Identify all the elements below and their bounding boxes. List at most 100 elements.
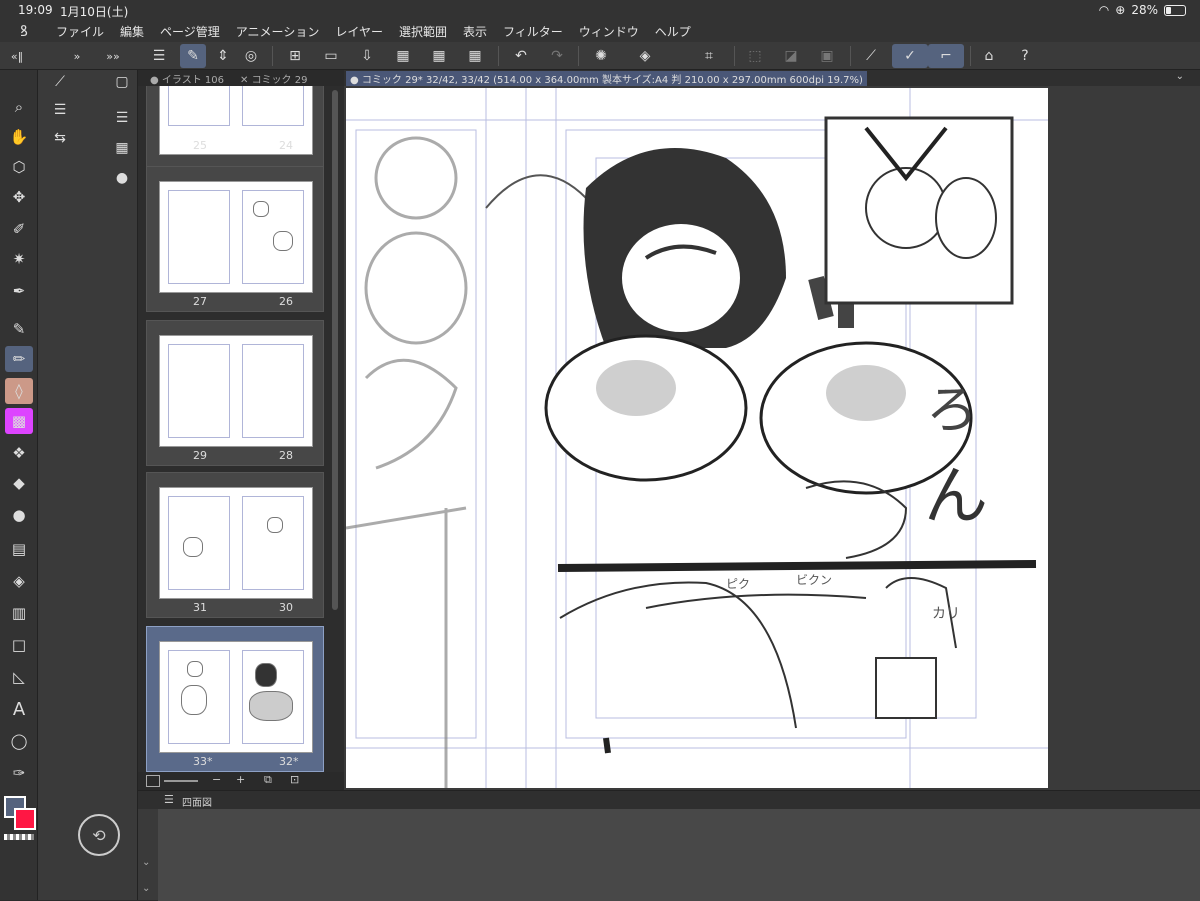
manga-canvas[interactable]: ろ ん ピク ビクン カリ <box>345 88 1048 788</box>
sub-color-swatch[interactable] <box>14 808 36 830</box>
menu-icon[interactable]: ☰ <box>146 44 172 68</box>
eraser-icon[interactable]: ◆ <box>5 470 33 496</box>
save-icon[interactable]: ⇩ <box>354 44 380 68</box>
move-icon[interactable]: ✥ <box>5 184 33 210</box>
clock: 19:09 <box>18 3 53 17</box>
menu-filter[interactable]: フィルター <box>495 23 571 40</box>
redo-icon[interactable]: ↷ <box>544 44 570 68</box>
page-thumbnail[interactable]: 29 28 <box>146 320 324 466</box>
clear-selection-icon[interactable]: ⬚ <box>742 44 768 68</box>
operation-icon[interactable]: ✐ <box>5 216 33 242</box>
menu-icon[interactable]: ☰ <box>164 793 174 806</box>
zoom-out-icon[interactable]: − <box>212 773 221 786</box>
menu-edit[interactable]: 編集 <box>112 23 152 40</box>
four-view-panel[interactable] <box>158 809 1200 901</box>
frame-icon[interactable]: ▤ <box>5 536 33 562</box>
chevron-down-icon[interactable]: ⌄ <box>1176 71 1184 82</box>
tab-document[interactable]: ● コミック 29* 32/42, 33/42 (514.00 x 364.00… <box>346 71 867 86</box>
fill-icon[interactable]: ◈ <box>5 568 33 594</box>
menu-page-management[interactable]: ページ管理 <box>152 23 228 40</box>
tab-comic[interactable]: ✕ コミック 29 <box>236 71 336 85</box>
thumbnail-small-icon[interactable] <box>146 775 160 787</box>
page-manager-panel: 25 24 27 26 29 28 31 30 33* 32* <box>138 70 344 790</box>
app-logo-icon[interactable]: ꝸ <box>0 21 48 41</box>
help-icon[interactable]: ? <box>1012 44 1038 68</box>
svg-text:ろ: ろ <box>926 381 978 441</box>
edit-page-icon[interactable]: ✎ <box>180 44 206 68</box>
layers-icon[interactable]: ☰ <box>110 106 134 130</box>
battery-icon <box>1164 4 1186 16</box>
invert-selection-icon[interactable]: ◪ <box>778 44 804 68</box>
page-number-left: 31 <box>193 601 207 614</box>
panel-collapse-icon[interactable]: «‖ <box>4 44 30 68</box>
hand-icon[interactable]: ✋ <box>5 124 33 150</box>
page-settings-icon[interactable]: ⊡ <box>290 773 299 786</box>
menu-view[interactable]: 表示 <box>455 23 495 40</box>
navigate-icon[interactable]: ⇆ <box>48 126 72 150</box>
page-number-right: 26 <box>279 295 293 308</box>
grid-icon[interactable]: ▦ <box>110 136 134 160</box>
page-thumbnail[interactable]: 27 26 <box>146 166 324 312</box>
crop-icon[interactable]: ▣ <box>814 44 840 68</box>
loading-spinner-icon[interactable]: ✺ <box>588 44 614 68</box>
arrows-updown-icon[interactable]: ⇕ <box>210 44 236 68</box>
page-scrollbar[interactable] <box>332 90 338 610</box>
new-file-icon[interactable]: ⊞ <box>282 44 308 68</box>
eyedropper-icon[interactable]: ✒ <box>5 278 33 304</box>
balloon-icon[interactable]: ◯ <box>5 728 33 754</box>
blend-icon[interactable]: ● <box>5 502 33 528</box>
correct-line-icon[interactable]: ✑ <box>5 760 33 786</box>
learn-icon[interactable]: ⌂ <box>976 44 1002 68</box>
menu-selection[interactable]: 選択範囲 <box>391 23 455 40</box>
undo-icon[interactable]: ↶ <box>508 44 534 68</box>
menu-help[interactable]: ヘルプ <box>647 23 699 40</box>
page-thumbnail[interactable]: 31 30 <box>146 472 324 618</box>
thumbnail-size-slider[interactable] <box>164 780 198 782</box>
text-icon[interactable]: A <box>5 696 33 722</box>
export-png-icon[interactable]: ▦ <box>426 44 452 68</box>
page-thumbnail-selected[interactable]: 33* 32* <box>146 626 324 772</box>
settings-slider-icon[interactable]: ☰ <box>48 98 72 122</box>
brush-icon[interactable]: ✓ <box>892 44 928 68</box>
menu-animation[interactable]: アニメーション <box>228 23 328 40</box>
menu-layer[interactable]: レイヤー <box>327 23 391 40</box>
gradient-icon[interactable]: ▥ <box>5 600 33 626</box>
ruler-tool-icon[interactable]: ◺ <box>5 664 33 690</box>
record-icon[interactable]: ◎ <box>238 44 264 68</box>
drops-icon[interactable]: ● <box>110 166 134 190</box>
tab-illust[interactable]: ● イラスト 106 <box>146 71 236 85</box>
blend-tool-icon[interactable]: ❖ <box>5 440 33 466</box>
pen-tool-icon[interactable]: ✎ <box>5 316 33 342</box>
chevron-down-icon[interactable]: ⌄ <box>142 883 150 894</box>
zoom-icon[interactable]: ⌕ <box>5 94 33 120</box>
fill-bucket-icon[interactable]: ◈ <box>632 44 658 68</box>
expand-icon[interactable]: »» <box>100 44 126 68</box>
export-jpg-icon[interactable]: ▦ <box>390 44 416 68</box>
chevron-down-icon[interactable]: ⌄ <box>142 857 150 868</box>
svg-text:カリ: カリ <box>932 606 960 622</box>
menu-window[interactable]: ウィンドウ <box>571 23 647 40</box>
zoom-in-icon[interactable]: + <box>236 773 245 786</box>
square-icon[interactable]: ▢ <box>110 70 134 94</box>
auto-select-icon[interactable]: ✷ <box>5 246 33 272</box>
transform-icon[interactable]: ⌗ <box>696 44 722 68</box>
figure-icon[interactable]: □ <box>5 632 33 658</box>
pen-icon[interactable]: ⟋ <box>48 70 72 94</box>
tool-palette: ⌕ ✋ ⬡ ✥ ✐ ✷ ✒ ✎ ✏ ◊ ▩ ❖ ◆ ● ▤ ◈ ▥ □ ◺ A … <box>0 70 38 900</box>
ruler-icon[interactable]: ⟋ <box>858 44 884 68</box>
export-psd-icon[interactable]: ▦ <box>462 44 488 68</box>
menu-file[interactable]: ファイル <box>48 23 112 40</box>
manga-drawing: ろ ん ピク ビクン カリ <box>345 88 1048 788</box>
status-bar: 19:09 1月10日(土) ◠ ⊕ 28% <box>0 0 1200 20</box>
copy-page-icon[interactable]: ⧉ <box>264 773 272 787</box>
page-number-left: 29 <box>193 449 207 462</box>
pencil-tool-icon[interactable]: ✏ <box>5 346 33 372</box>
edge-keyboard-icon[interactable]: ⟲ <box>78 814 120 856</box>
open-folder-icon[interactable]: ▭ <box>318 44 344 68</box>
decoration-tool-icon[interactable]: ▩ <box>5 408 33 434</box>
transparent-color-icon[interactable] <box>4 834 34 840</box>
brush-tool-icon[interactable]: ◊ <box>5 378 33 404</box>
rotate-icon[interactable]: ⬡ <box>5 154 33 180</box>
expand-icon[interactable]: » <box>64 44 90 68</box>
pen-icon[interactable]: ⌐ <box>928 44 964 68</box>
